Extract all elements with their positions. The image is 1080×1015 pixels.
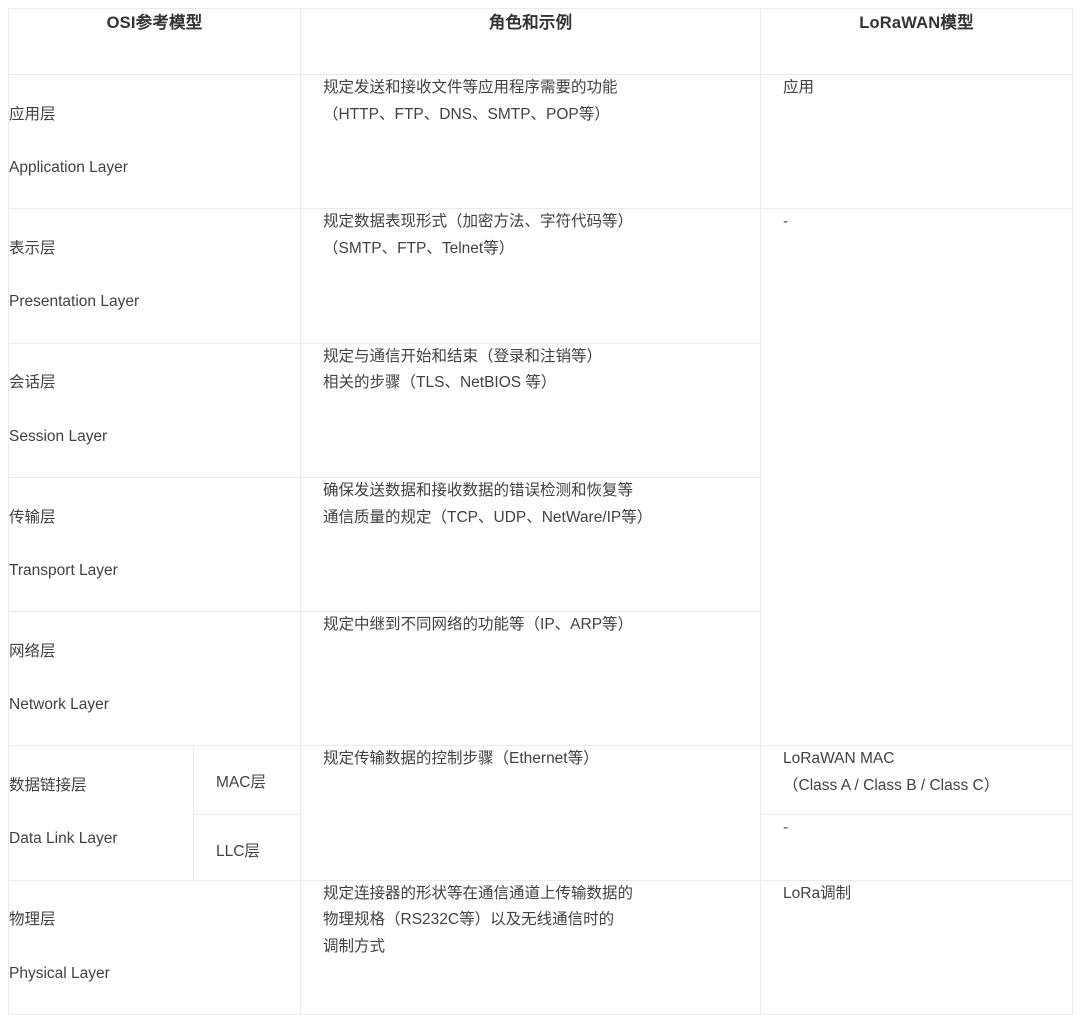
role-application: 规定发送和接收文件等应用程序需要的功能 （HTTP、FTP、DNS、SMTP、P… (300, 73, 762, 210)
table-header: OSI参考模型 角色和示例 LoRaWAN模型 (7, 8, 1074, 75)
table-header-row: OSI参考模型 角色和示例 LoRaWAN模型 (7, 8, 1074, 75)
layer-name-cn: 应用层 (9, 105, 56, 123)
role-transport: 确保发送数据和接收数据的错误检测和恢复等 通信质量的规定（TCP、UDP、Net… (300, 476, 762, 613)
table-row-application: 应用层 Application Layer 规定发送和接收文件等应用程序需要的功… (7, 73, 1074, 210)
layer-name-cn: 表示层 (9, 239, 56, 257)
role-physical: 规定连接器的形状等在通信通道上传输数据的 物理规格（RS232C等）以及无线通信… (300, 879, 762, 1015)
lorawan-llc-dash: - (760, 814, 1074, 881)
osi-layer-datalink: 数据链接层 Data Link Layer (8, 745, 194, 881)
osi-sublayer-llc: LLC层 (192, 814, 302, 881)
osi-layer-physical: 物理层 Physical Layer (7, 879, 302, 1015)
layer-name-cn: 会话层 (9, 374, 56, 392)
layer-name-cn: 数据链接层 (9, 777, 87, 795)
role-session: 规定与通信开始和结束（登录和注销等） 相关的步骤（TLS、NetBIOS 等） (300, 342, 762, 478)
table-row-presentation: 表示层 Presentation Layer 规定数据表现形式（加密方法、字符代… (7, 208, 1074, 747)
osi-lorawan-comparison-table: OSI参考模型 角色和示例 LoRaWAN模型 应用层 Application … (7, 8, 1074, 1015)
layer-name-en: Data Link Layer (9, 830, 118, 848)
layer-name-en: Presentation Layer (9, 293, 140, 311)
lorawan-mac: LoRaWAN MAC （Class A / Class B / Class C… (760, 745, 1074, 816)
layer-name-en: Physical Layer (9, 964, 110, 982)
table-row-datalink-mac: 数据链接层 Data Link Layer MAC层 规定传输数据的控制步骤（E… (8, 745, 1074, 881)
layer-name-cn: 物理层 (9, 911, 56, 929)
osi-lorawan-table-container: OSI参考模型 角色和示例 LoRaWAN模型 应用层 Application … (7, 8, 1074, 1015)
lorawan-upper-layers-dash: - (760, 208, 1074, 747)
osi-layer-transport: 传输层 Transport Layer (7, 476, 302, 613)
header-lorawan-model: LoRaWAN模型 (760, 8, 1074, 75)
osi-layer-application: 应用层 Application Layer (7, 73, 302, 210)
layer-name-en: Session Layer (9, 427, 108, 445)
role-network: 规定中继到不同网络的功能等（IP、ARP等） (300, 611, 762, 747)
header-osi-model: OSI参考模型 (7, 8, 302, 75)
osi-layer-session: 会话层 Session Layer (7, 342, 302, 478)
osi-layer-presentation: 表示层 Presentation Layer (7, 208, 302, 344)
table-row-physical: 物理层 Physical Layer 规定连接器的形状等在通信通道上传输数据的 … (7, 879, 1074, 1015)
layer-name-cn: 传输层 (9, 508, 56, 526)
layer-name-en: Network Layer (9, 696, 109, 714)
lorawan-physical: LoRa调制 (760, 879, 1074, 1015)
osi-sublayer-mac: MAC层 (192, 745, 302, 816)
header-role-and-examples: 角色和示例 (300, 8, 762, 75)
layer-name-en: Transport Layer (9, 561, 118, 579)
role-datalink: 规定传输数据的控制步骤（Ethernet等） (300, 745, 762, 881)
table-body: 应用层 Application Layer 规定发送和接收文件等应用程序需要的功… (7, 73, 1074, 1015)
osi-layer-network: 网络层 Network Layer (7, 611, 302, 747)
role-presentation: 规定数据表现形式（加密方法、字符代码等） （SMTP、FTP、Telnet等） (300, 208, 762, 344)
layer-name-cn: 网络层 (9, 642, 56, 660)
layer-name-en: Application Layer (9, 158, 128, 176)
lorawan-application: 应用 (760, 73, 1074, 210)
